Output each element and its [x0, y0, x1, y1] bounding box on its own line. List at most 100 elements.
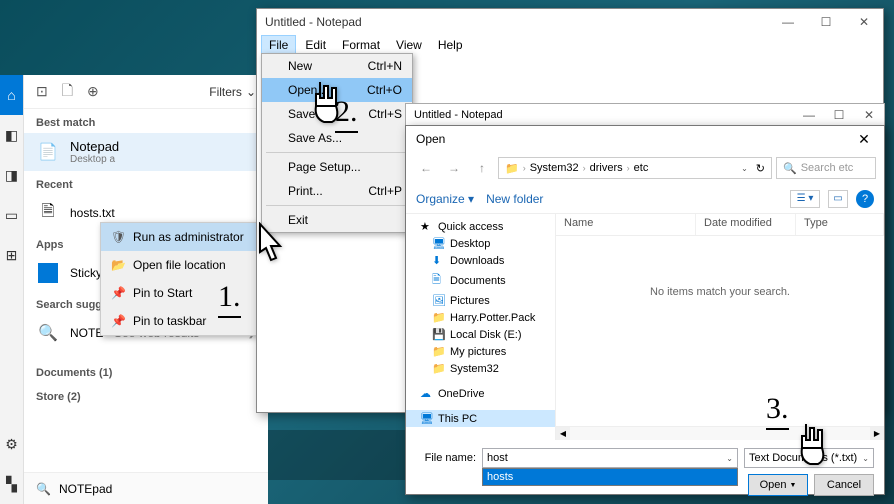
rail-item[interactable]: ⊞ [0, 235, 23, 275]
help-button[interactable]: ? [856, 190, 874, 208]
search-bar[interactable]: 🔍 NOTEpad [24, 472, 268, 504]
pictures-icon: 🖼 [432, 294, 446, 307]
rail-item[interactable]: ◧ [0, 115, 23, 155]
section-best-match: Best match [24, 109, 268, 133]
file-page-setup[interactable]: Page Setup... [262, 155, 412, 179]
doc-icon[interactable]: 🗋 [62, 80, 73, 104]
tree-folder[interactable]: 📁Harry.Potter.Pack [406, 309, 555, 326]
breadcrumb-item[interactable]: drivers [590, 162, 623, 174]
search-icon: 🔍 [36, 321, 60, 345]
section-store[interactable]: Store (2) [24, 383, 268, 407]
menu-format[interactable]: Format [335, 36, 387, 54]
back-icon[interactable]: ⊡ [36, 83, 48, 100]
preview-button[interactable]: ▭ [828, 190, 848, 208]
search-input[interactable]: NOTEpad [59, 482, 112, 496]
sticky-icon [36, 261, 60, 285]
list-header: Name Date modified Type [556, 214, 884, 236]
autocomplete-dropdown: hosts [482, 468, 738, 486]
result-label: NOTE [70, 326, 103, 340]
tree-quick-access[interactable]: ★Quick access [406, 218, 555, 235]
result-notepad[interactable]: 📄 Notepad Desktop a [24, 133, 268, 171]
breadcrumb[interactable]: 📁 › System32 › drivers › etc ⌄ ↻ [498, 157, 772, 179]
file-print[interactable]: Print...Ctrl+P [262, 179, 412, 203]
filename-label: File name: [416, 452, 476, 464]
tree-folder[interactable]: 📁My pictures [406, 343, 555, 360]
col-type[interactable]: Type [796, 214, 884, 235]
close-button[interactable]: ✕ [854, 104, 884, 126]
context-menu: 🛡 Run as administrator 📂 Open file locat… [100, 222, 258, 336]
filetype-filter[interactable]: Text Documents (*.txt) ⌄ [744, 448, 874, 468]
chevron-down-icon[interactable]: ⌄ [726, 454, 733, 463]
download-icon: ⬇ [432, 254, 446, 267]
horizontal-scrollbar[interactable]: ◀ ▶ [556, 426, 884, 440]
breadcrumb-item[interactable]: etc [634, 162, 649, 174]
pin-icon: 📌 [111, 286, 125, 300]
menu-edit[interactable]: Edit [298, 36, 333, 54]
folder-icon: 📁 [432, 311, 446, 324]
titlebar[interactable]: Untitled - Notepad — ☐ ✕ [406, 104, 884, 126]
open-dialog: Open ✕ ← → ↑ 📁 › System32 › drivers › et… [405, 125, 885, 495]
minimize-button[interactable]: — [794, 104, 824, 126]
star-icon: ★ [420, 220, 434, 233]
tree-folder[interactable]: 📁System32 [406, 360, 555, 377]
section-documents[interactable]: Documents (1) [24, 359, 268, 383]
chevron-down-icon[interactable]: ⌄ [741, 164, 748, 173]
context-run-admin[interactable]: 🛡 Run as administrator [101, 223, 257, 251]
tree-desktop[interactable]: 🖥Desktop [406, 235, 555, 252]
file-exit[interactable]: Exit [262, 208, 412, 232]
chevron-down-icon[interactable]: ⌄ [862, 454, 869, 463]
refresh-icon[interactable]: ↻ [756, 162, 765, 175]
tree-pictures[interactable]: 🖼Pictures [406, 292, 555, 309]
menu-view[interactable]: View [389, 36, 429, 54]
nav-tree[interactable]: ★Quick access 🖥Desktop ⬇Downloads 🗎Docum… [406, 214, 556, 440]
minimize-button[interactable]: — [769, 9, 807, 35]
rail-home-icon[interactable]: ⌂ [0, 75, 23, 115]
rail-item[interactable]: ◨ [0, 155, 23, 195]
rail-item[interactable]: ▭ [0, 195, 23, 235]
context-label: Pin to taskbar [133, 314, 206, 328]
menu-help[interactable]: Help [431, 36, 470, 54]
dialog-titlebar[interactable]: Open ✕ [406, 126, 884, 152]
filename-input[interactable]: host ⌄ hosts [482, 448, 738, 468]
view-button[interactable]: ☰ ▾ [790, 190, 820, 208]
cancel-button[interactable]: Cancel [814, 474, 874, 496]
close-button[interactable]: ✕ [845, 9, 883, 35]
breadcrumb-item[interactable]: System32 [530, 162, 579, 174]
documents-icon: 🗎 [432, 271, 446, 290]
scroll-track[interactable] [570, 427, 870, 440]
nav-back-button[interactable]: ← [414, 156, 438, 180]
tree-local-disk[interactable]: 💾Local Disk (E:) [406, 326, 555, 343]
autocomplete-item[interactable]: hosts [483, 469, 737, 485]
empty-message: No items match your search. [556, 236, 884, 426]
organize-button[interactable]: Organize ▾ [416, 192, 474, 206]
folder-icon: 📁 [505, 162, 519, 175]
context-open-location[interactable]: 📂 Open file location [101, 251, 257, 279]
maximize-button[interactable]: ☐ [807, 9, 845, 35]
tree-downloads[interactable]: ⬇Downloads [406, 252, 555, 269]
pin-icon: 📌 [111, 314, 125, 328]
menu-file[interactable]: File [261, 35, 296, 55]
new-folder-button[interactable]: New folder [486, 192, 543, 206]
col-name[interactable]: Name [556, 214, 696, 235]
context-label: Run as administrator [133, 230, 244, 244]
scroll-left-icon[interactable]: ◀ [556, 427, 570, 440]
search-input[interactable]: 🔍 Search etc [776, 157, 876, 179]
tree-onedrive[interactable]: ☁OneDrive [406, 385, 555, 402]
nav-up-button[interactable]: ↑ [470, 156, 494, 180]
tree-this-pc[interactable]: 🖥This PC [406, 410, 555, 427]
rail-settings-icon[interactable]: ⚙ [0, 424, 23, 464]
col-date[interactable]: Date modified [696, 214, 796, 235]
nav-forward-button[interactable]: → [442, 156, 466, 180]
maximize-button[interactable]: ☐ [824, 104, 854, 126]
close-button[interactable]: ✕ [844, 126, 884, 152]
titlebar[interactable]: Untitled - Notepad — ☐ ✕ [257, 9, 883, 35]
web-icon[interactable]: ⊕ [87, 83, 99, 100]
scroll-right-icon[interactable]: ▶ [870, 427, 884, 440]
open-button[interactable]: Open ▼ [748, 474, 808, 496]
rail-item[interactable]: ▚ [0, 464, 23, 504]
chevron-down-icon: ⌄ [246, 85, 256, 99]
tree-documents[interactable]: 🗎Documents [406, 269, 555, 292]
filters-dropdown[interactable]: Filters ⌄ [209, 85, 256, 99]
file-new[interactable]: NewCtrl+N [262, 54, 412, 78]
filename-value: host [487, 452, 508, 464]
